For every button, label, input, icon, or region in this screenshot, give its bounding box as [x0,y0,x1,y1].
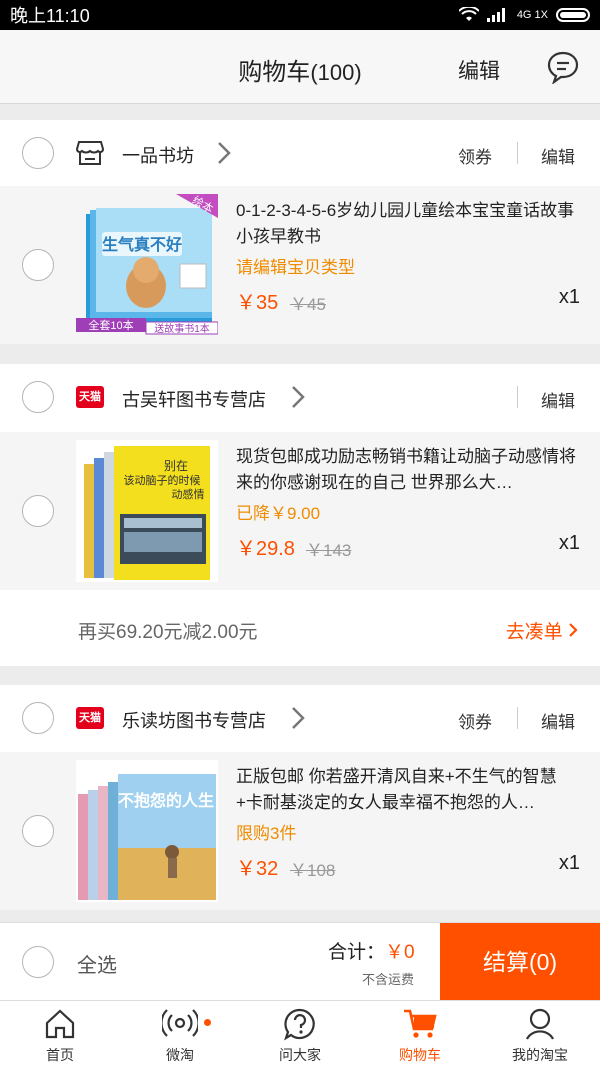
divider [517,707,518,729]
divider [517,142,518,164]
signal-icon [486,8,505,22]
checkout-bar: 全选 合计：￥0 不含运费 结算(0) [0,922,600,1001]
chevron-right-icon[interactable] [216,140,232,166]
tab-my-taobao[interactable]: 我的淘宝 [480,1001,600,1067]
broadcast-icon [162,1009,198,1037]
shipping-note: 不含运费 [362,972,415,987]
product-price: ￥32 [236,858,279,880]
cover-title: 不抱怨的人生 [118,791,214,810]
shop-edit-button[interactable]: 编辑 [541,708,575,733]
product-title[interactable]: 正版包邮 你若盛开清风自来+不生气的智慧+卡耐基淡定的女人最幸福不抱怨的人… [236,764,580,816]
shop-header: 一品书坊 领券 编辑 [0,120,600,188]
message-icon[interactable] [546,50,580,84]
shop-select-checkbox[interactable] [22,702,54,734]
cart-item[interactable]: 不抱怨的人生 正版包邮 你若盛开清风自来+不生气的智慧+卡耐基淡定的女人最幸福不… [0,752,600,910]
notification-dot [204,1019,211,1026]
original-price: ￥143 [306,541,352,560]
original-price: ￥45 [290,295,326,314]
product-price: ￥29.8 [236,538,295,560]
select-all-checkbox[interactable] [22,946,54,978]
shop-name[interactable]: 乐读坊图书专营店 [122,707,266,733]
page-title: 购物车(100) [238,59,362,86]
product-title[interactable]: 现货包邮成功励志畅销书籍让动脑子动感情将来的你感谢现在的自己 世界那么大… [236,444,580,496]
chevron-right-icon[interactable] [290,705,306,731]
tab-label: 我的淘宝 [512,1047,568,1063]
shop-edit-button[interactable]: 编辑 [541,143,575,168]
shop-select-checkbox[interactable] [22,381,54,413]
item-quantity: x1 [558,532,580,554]
divider [517,386,518,408]
item-select-checkbox[interactable] [22,815,54,847]
select-all-label[interactable]: 全选 [77,949,117,978]
tab-weitao[interactable]: 微淘 [120,1001,240,1067]
tab-cart[interactable]: 购物车 [360,1001,480,1067]
item-quantity: x1 [558,286,580,308]
tmall-badge-icon: 天猫 [76,707,104,729]
cover-line-3: 动感情 [172,488,205,501]
cart-count: (100) [310,60,362,85]
tab-ask[interactable]: 问大家 [240,1001,360,1067]
battery-icon [556,8,590,22]
promo-text: 再买69.20元减2.00元 [78,622,258,643]
coupon-button[interactable]: 领券 [458,708,492,733]
shop-name[interactable]: 古吴轩图书专营店 [122,386,266,412]
tmall-badge-icon: 天猫 [76,386,104,408]
shop-select-checkbox[interactable] [22,137,54,169]
product-title[interactable]: 0-1-2-3-4-5-6岁幼儿园儿童绘本宝宝童话故事小孩早教书 [236,198,580,250]
tab-label: 问大家 [279,1047,321,1063]
product-image[interactable]: 生气真不好 绘本 全套10本 送故事书1本 [76,194,218,336]
total-summary: 合计：￥0 [328,942,415,963]
wifi-icon [458,7,479,21]
tab-label: 首页 [46,1047,74,1063]
user-icon [526,1008,554,1040]
cart-item[interactable]: 别在 该动脑子的时候 动感情 现货包邮成功励志畅销书籍让动脑子动感情将来的你感谢… [0,432,600,590]
tab-label: 购物车 [399,1047,441,1063]
chevron-right-icon[interactable] [290,384,306,410]
shop-header: 天猫 乐读坊图书专营店 领券 编辑 [0,685,600,753]
shop-header: 天猫 古吴轩图书专营店 编辑 [0,364,600,432]
item-select-checkbox[interactable] [22,495,54,527]
status-bar: 晚上11:10 4G 1X [0,0,600,30]
cover-title: 生气真不好 [102,235,182,254]
item-quantity: x1 [558,852,580,874]
product-image[interactable]: 不抱怨的人生 [76,760,218,902]
cover-banner: 全套10本 [88,318,133,332]
total-amount: ￥0 [385,942,415,963]
edit-cart-button[interactable]: 编辑 [458,55,500,85]
shop-edit-button[interactable]: 编辑 [541,387,575,412]
product-image[interactable]: 别在 该动脑子的时候 动感情 [76,440,218,582]
cart-icon [404,1009,437,1038]
original-price: ￥108 [290,861,336,880]
price-drop-tag: 已降￥9.00 [236,504,321,523]
product-spec[interactable]: 请编辑宝贝类型 [236,253,355,278]
add-on-link[interactable]: 去凑单 [506,617,578,644]
tab-home[interactable]: 首页 [0,1001,120,1067]
checkout-button[interactable]: 结算(0) [440,923,600,1001]
item-select-checkbox[interactable] [22,249,54,281]
product-price: ￥35 [236,292,279,314]
coupon-button[interactable]: 领券 [458,143,492,168]
nav-bar: 购物车(100) 编辑 [0,30,600,104]
purchase-limit-tag: 限购3件 [236,824,297,843]
cover-line-2: 该动脑子的时候 [124,473,201,487]
cover-sub: 送故事书1本 [154,322,210,335]
shop-name[interactable]: 一品书坊 [122,142,194,168]
status-time: 晚上11:10 [10,6,90,26]
home-icon [45,1009,75,1039]
promo-bar: 再买69.20元减2.00元 去凑单 [0,590,600,666]
chevron-right-icon [569,623,578,637]
cover-line-1: 别在 [164,459,188,473]
tab-label: 微淘 [166,1047,194,1063]
cart-item[interactable]: 生气真不好 绘本 全套10本 送故事书1本 0-1-2-3-4-5-6岁幼儿园儿… [0,186,600,344]
question-icon [284,1008,315,1041]
tab-bar: 首页 微淘 问大家 购物车 我的淘宝 [0,1000,600,1067]
store-icon [76,141,104,165]
network-type: 4G 1X [516,9,548,21]
